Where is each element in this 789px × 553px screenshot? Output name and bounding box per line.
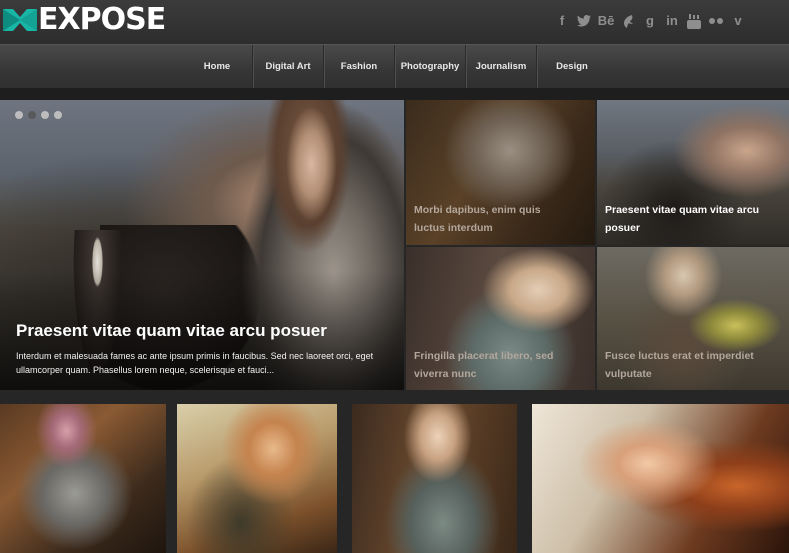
nav-item-home[interactable]: Home (182, 45, 253, 88)
facebook-icon[interactable]: f (551, 12, 573, 30)
featured-slider[interactable]: Praesent vitae quam vitae arcu posuer In… (0, 100, 404, 390)
deviantart-icon[interactable] (617, 12, 639, 30)
gallery-thumb-2[interactable] (177, 404, 337, 553)
logo-mark-icon (3, 9, 37, 31)
slider-dot-4[interactable] (54, 111, 62, 119)
site-logo[interactable]: EXPOSE (3, 2, 166, 37)
slider-title[interactable]: Praesent vitae quam vitae arcu posuer (16, 320, 396, 342)
vimeo-icon[interactable]: v (727, 12, 749, 30)
featured-post-title[interactable]: Fusce luctus erat et imperdiet vulputate (605, 347, 765, 383)
main-navigation: Home Digital Art Fashion Photography Jou… (0, 44, 789, 89)
slider-dot-1[interactable] (15, 111, 23, 119)
behance-icon[interactable]: Bē (595, 12, 617, 30)
nav-item-journalism[interactable]: Journalism (466, 45, 537, 88)
header-divider (0, 88, 789, 100)
gallery-thumb-4[interactable] (532, 404, 789, 553)
nav-item-fashion[interactable]: Fashion (324, 45, 395, 88)
site-header: EXPOSE f Bē g in v (0, 0, 789, 44)
social-icons: f Bē g in v (551, 12, 749, 30)
slider-excerpt: Interdum et malesuada fames ac ante ipsu… (16, 351, 374, 375)
slider-dot-3[interactable] (41, 111, 49, 119)
twitter-icon[interactable] (573, 12, 595, 30)
nav-item-design[interactable]: Design (537, 45, 607, 88)
gallery-thumb-3[interactable] (352, 404, 517, 553)
featured-post-3[interactable]: Fringilla placerat libero, sed viverra n… (406, 247, 595, 390)
linkedin-icon[interactable]: in (661, 12, 683, 30)
featured-post-title[interactable]: Morbi dapibus, enim quis luctus interdum (414, 201, 574, 237)
nav-menu: Home Digital Art Fashion Photography Jou… (182, 45, 607, 88)
featured-post-title[interactable]: Fringilla placerat libero, sed viverra n… (414, 347, 574, 383)
slider-pagination (15, 111, 62, 119)
google-plus-icon[interactable]: g (639, 12, 661, 30)
slider-dot-2[interactable] (28, 111, 36, 119)
featured-post-title[interactable]: Praesent vitae quam vitae arcu posuer (605, 201, 765, 237)
featured-post-1[interactable]: Morbi dapibus, enim quis luctus interdum (406, 100, 595, 245)
gallery-thumb-1[interactable] (0, 404, 166, 553)
flickr-icon[interactable] (705, 12, 727, 30)
nav-item-digital-art[interactable]: Digital Art (253, 45, 324, 88)
youtube-icon[interactable] (683, 12, 705, 30)
logo-text: EXPOSE (38, 2, 166, 37)
nav-item-photography[interactable]: Photography (395, 45, 466, 88)
featured-post-4[interactable]: Fusce luctus erat et imperdiet vulputate (597, 247, 789, 390)
featured-post-2[interactable]: Praesent vitae quam vitae arcu posuer (597, 100, 789, 245)
